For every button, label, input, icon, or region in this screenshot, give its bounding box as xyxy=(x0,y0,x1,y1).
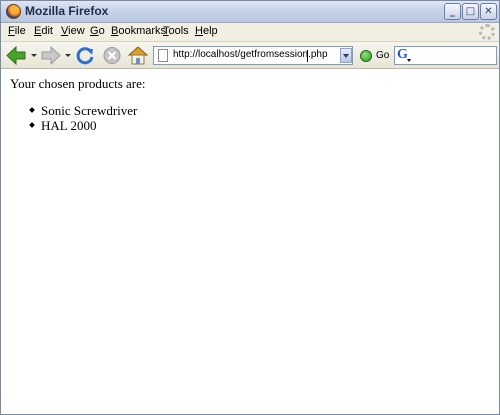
list-item: HAL 2000 xyxy=(41,118,137,133)
menu-go[interactable]: Go xyxy=(90,25,105,37)
activity-throbber-icon xyxy=(479,24,495,40)
menu-bar: File Edit View Go Bookmarks Tools Help xyxy=(1,23,499,41)
navigation-toolbar: http://localhost/getfromsession.php Go G xyxy=(1,41,499,69)
intro-text: Your chosen products are: xyxy=(10,76,146,91)
product-list: Sonic Screwdriver HAL 2000 xyxy=(41,103,137,133)
menu-edit[interactable]: Edit xyxy=(34,25,53,37)
reload-icon[interactable] xyxy=(74,45,96,66)
window-title: Mozilla Firefox xyxy=(25,4,109,18)
page-icon xyxy=(158,49,168,62)
stop-icon[interactable] xyxy=(101,45,123,66)
title-bar[interactable]: Mozilla Firefox _ □ ✕ xyxy=(1,1,499,23)
menu-view[interactable]: View xyxy=(61,25,85,37)
menu-file[interactable]: File xyxy=(8,25,26,37)
menu-bookmarks[interactable]: Bookmarks xyxy=(111,25,166,37)
page-content: Your chosen products are: Sonic Screwdri… xyxy=(1,69,499,414)
forward-icon[interactable] xyxy=(40,45,62,66)
close-button[interactable]: ✕ xyxy=(480,3,497,20)
browser-window: Mozilla Firefox _ □ ✕ File Edit View Go … xyxy=(0,0,500,415)
forward-history-dropdown-icon[interactable] xyxy=(65,54,71,57)
list-item: Sonic Screwdriver xyxy=(41,103,138,118)
maximize-button[interactable]: □ xyxy=(462,3,479,20)
search-bar[interactable]: G xyxy=(394,46,497,65)
text-caret xyxy=(307,50,308,62)
address-bar[interactable]: http://localhost/getfromsession.php xyxy=(153,46,353,65)
menu-tools[interactable]: Tools xyxy=(163,25,189,37)
firefox-icon xyxy=(6,4,21,19)
home-icon[interactable] xyxy=(127,45,149,66)
go-icon[interactable] xyxy=(360,50,372,62)
back-history-dropdown-icon[interactable] xyxy=(31,54,37,57)
address-input[interactable]: http://localhost/getfromsession.php xyxy=(173,49,328,60)
address-dropdown-icon[interactable] xyxy=(340,48,352,63)
back-icon[interactable] xyxy=(5,45,27,66)
search-engine-icon[interactable]: G xyxy=(397,47,411,63)
minimize-button[interactable]: _ xyxy=(444,3,461,20)
menu-help[interactable]: Help xyxy=(195,25,218,37)
go-button[interactable]: Go xyxy=(376,50,389,61)
